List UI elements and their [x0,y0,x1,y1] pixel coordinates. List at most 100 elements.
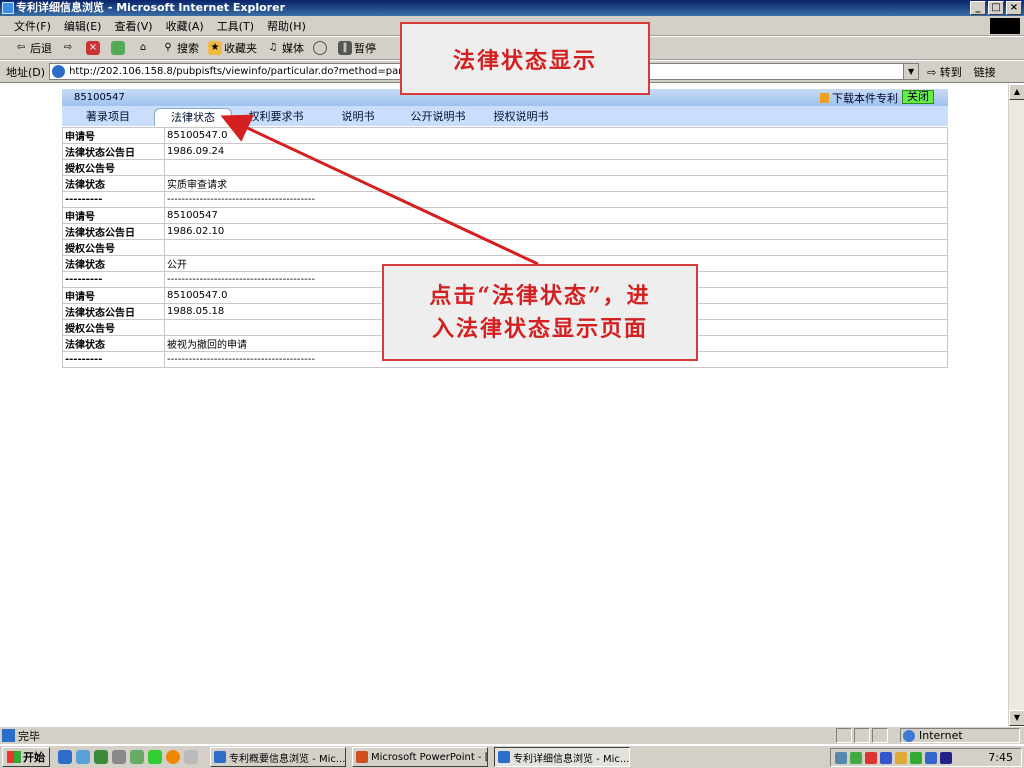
menu-file[interactable]: 文件(F) [14,18,51,34]
tray-icon[interactable] [880,751,892,764]
tray-icon[interactable] [895,751,907,764]
input-method-icon[interactable] [940,751,952,764]
app-launch-icon[interactable] [130,750,144,764]
row-label: 法律状态公告日 [62,303,165,320]
address-url: http://202.106.158.8/pubpisfts/viewinfo/… [69,66,456,77]
menu-edit[interactable]: 编辑(E) [64,18,102,34]
links-button[interactable]: 链接 [974,64,996,80]
task-patent-detail[interactable]: 专利详细信息浏览 - Mic... [494,747,630,767]
stop-button[interactable]: × [86,41,102,55]
go-button[interactable]: ⇨ 转到 [927,64,962,80]
row-label: 法律状态 [62,335,165,352]
tray-icon[interactable] [910,751,922,764]
forward-button[interactable]: ⇨ [61,41,77,55]
search-button[interactable]: ⚲ 搜索 [161,40,199,56]
outlook-launch-icon[interactable] [76,750,90,764]
maximize-button[interactable]: □ [988,1,1004,15]
download-patent-link[interactable]: 下载本件专利 [820,90,898,106]
pause-button[interactable]: ‖ 暂停 [338,40,376,56]
table-row: 授权公告号 [62,159,948,176]
ie-page-icon [52,65,66,78]
windows-flag-icon [7,751,21,763]
tray-icon[interactable] [925,751,937,764]
system-tray: 7:45 [830,748,1022,767]
address-dropdown-icon[interactable]: ▼ [903,64,919,79]
tab-publication-description[interactable]: 公开说明书 [396,108,480,126]
scroll-up-icon[interactable]: ▲ [1009,84,1024,100]
table-row: 法律状态 实质审查请求 [62,175,948,192]
tab-claims[interactable]: 权利要求书 [232,108,320,126]
row-label: 申请号 [62,127,165,144]
status-bar: 完毕 Internet [0,726,1024,744]
table-row: --------- -------------------------------… [62,191,948,208]
annotation-title-text: 法律状态显示 [452,47,597,74]
page-done-icon [2,729,15,742]
explorer-launch-icon[interactable] [94,750,108,764]
scroll-down-icon[interactable]: ▼ [1009,710,1024,726]
row-label: 法律状态公告日 [62,143,165,160]
media-button[interactable]: ♫ 媒体 [266,40,304,56]
ie-app-icon [2,2,14,14]
status-pane [836,728,852,743]
menu-favorites[interactable]: 收藏(A) [166,18,204,34]
annotation-line-2: 入法律状态显示页面 [431,315,648,342]
table-row: 法律状态公告日 1986.09.24 [62,143,948,160]
row-label: --------- [62,351,165,368]
status-text: 完毕 [18,729,40,743]
address-label: 地址(D) [6,65,46,79]
ie-task-icon [214,751,226,763]
tree-launch-icon[interactable] [148,750,162,764]
row-label: 法律状态 [62,255,165,272]
home-button[interactable]: ⌂ [136,41,152,55]
vertical-scrollbar[interactable]: ▲ ▼ [1008,84,1024,726]
security-zone: Internet [900,728,1020,743]
window-titlebar: 专利详细信息浏览 - Microsoft Internet Explorer _… [0,0,1024,16]
close-patent-button[interactable]: 关闭 [902,90,934,104]
table-row: 法律状态公告日 1986.02.10 [62,223,948,240]
desktop-launch-icon[interactable] [112,750,126,764]
tray-icon[interactable] [850,751,862,764]
ie-launch-icon[interactable] [58,750,72,764]
task-powerpoint[interactable]: Microsoft PowerPoint - [... [352,747,488,767]
row-value: 1986.09.24 [164,143,948,160]
row-label: 授权公告号 [62,239,165,256]
window-launch-icon[interactable] [184,750,198,764]
row-label: 申请号 [62,207,165,224]
tray-icon[interactable] [865,751,877,764]
powerpoint-task-icon [356,751,368,763]
row-value: 1986.02.10 [164,223,948,240]
close-window-button[interactable]: × [1006,1,1022,15]
task-patent-summary[interactable]: 专利概要信息浏览 - Mic... [210,747,346,767]
annotation-title-box: 法律状态显示 [400,22,650,95]
start-button[interactable]: 开始 [2,747,50,767]
media-launch-icon[interactable] [166,750,180,764]
tab-legal-status[interactable]: 法律状态 [154,108,232,126]
status-pane [872,728,888,743]
tray-icon[interactable] [835,751,847,764]
menu-help[interactable]: 帮助(H) [267,18,306,34]
tab-grant-description[interactable]: 授权说明书 [480,108,562,126]
menu-view[interactable]: 查看(V) [114,18,152,34]
tab-description[interactable]: 说明书 [320,108,396,126]
back-button[interactable]: ⇦ 后退 [14,40,52,56]
star-icon: ★ [208,41,222,55]
refresh-button[interactable] [111,41,127,55]
history-icon [313,41,327,55]
refresh-icon [111,41,125,55]
menu-tools[interactable]: 工具(T) [217,18,254,34]
minimize-button[interactable]: _ [970,1,986,15]
quick-launch [58,750,198,764]
taskbar: 开始 专利概要信息浏览 - Mic... Microsoft PowerPoin… [0,745,1024,768]
row-label: --------- [62,271,165,288]
forward-arrow-icon: ⇨ [63,42,73,53]
row-label: 申请号 [62,287,165,304]
back-arrow-icon: ⇦ [16,42,26,53]
favorites-button[interactable]: ★ 收藏夹 [208,40,257,56]
history-button[interactable] [313,41,329,55]
go-arrow-icon: ⇨ [927,65,937,79]
patent-tabs: 著录项目 法律状态 权利要求书 说明书 公开说明书 授权说明书 [62,106,948,126]
row-label: 授权公告号 [62,319,165,336]
window-controls: _ □ × [970,1,1022,15]
tab-bibliographic[interactable]: 著录项目 [62,108,154,126]
status-pane [854,728,870,743]
